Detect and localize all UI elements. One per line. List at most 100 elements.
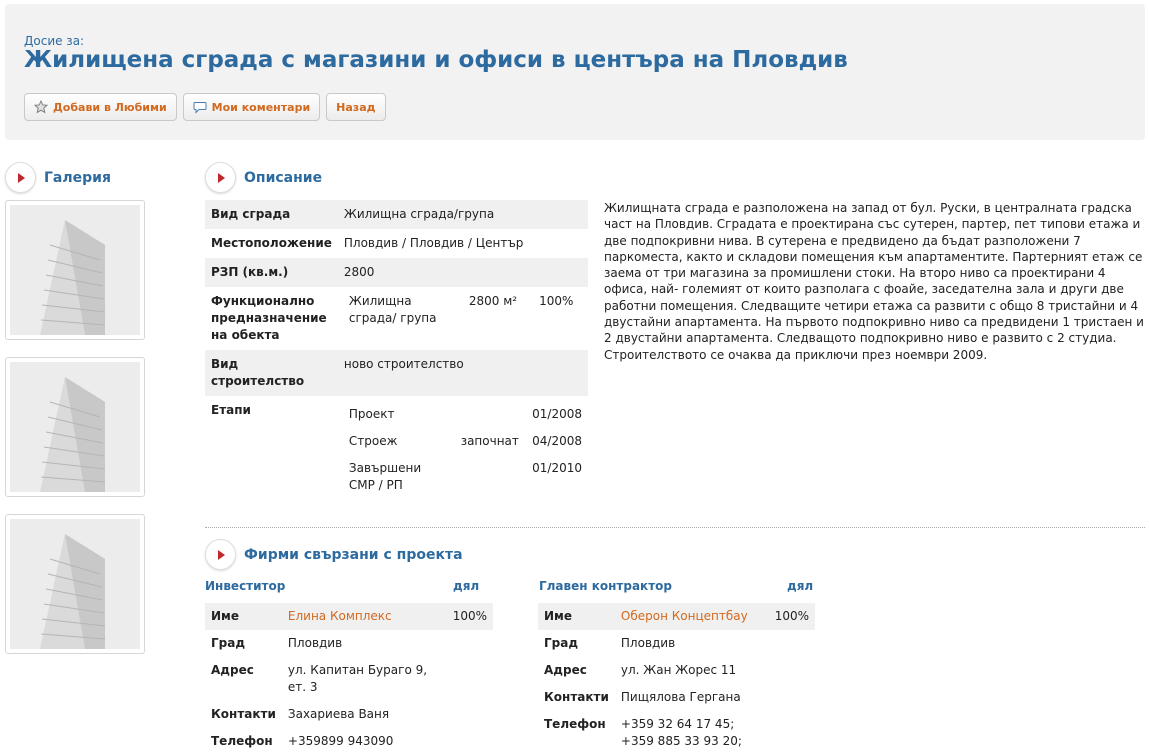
gallery-thumbnail[interactable] (5, 514, 145, 654)
area-label: РЗП (кв.м.) (205, 258, 338, 287)
table-row: Име Оберон Концептбау 100% (538, 603, 815, 630)
investor-address: ул. Капитан Бураго 9, ет. 3 (282, 657, 493, 701)
gallery-thumbnail[interactable] (5, 200, 145, 340)
stage-name: Проект (348, 407, 395, 421)
contractor-phone-cell: +359 32 64 17 45; +359 885 33 93 20; (615, 711, 815, 752)
contractor-name-cell: Оберон Концептбау (614, 603, 765, 630)
investor-city: Пловдив (287, 636, 343, 650)
building-type-value: Жилищна сграда/група (337, 200, 588, 229)
stage-date: 04/2008 (532, 434, 582, 448)
star-icon (34, 100, 48, 114)
section-bullet-icon (205, 162, 236, 193)
investor-share: 100% (432, 603, 493, 630)
stage-status: започнат (460, 434, 519, 448)
contractor-address: ул. Жан Жорес 11 (620, 663, 737, 677)
dossier-header: Досие за: Жилищена сграда с магазини и о… (5, 4, 1145, 140)
purpose-subtable: Жилищна сграда/ група 2800 м² 100% (344, 293, 582, 335)
building-placeholder-image (10, 362, 140, 492)
purpose-cell: Жилищна сграда/ група 2800 м² 100% (338, 287, 588, 350)
gallery-heading: Галерия (5, 162, 111, 193)
table-row: Вид строителство ново строителство (205, 350, 588, 396)
contractor-role: Главен контрактор (539, 579, 672, 593)
table-row: Телефон +359899 943090 (205, 728, 493, 752)
table-row: Телефон +359 32 64 17 45; +359 885 33 93… (538, 711, 815, 752)
page-title: Жилищена сграда с магазини и офиси в цен… (24, 47, 848, 73)
gallery-thumbnail[interactable] (5, 357, 145, 497)
firms-title: Фирми свързани с проекта (244, 546, 463, 563)
section-divider (205, 527, 1145, 528)
add-favorites-label: Добави в Любими (53, 100, 167, 114)
stage-date: 01/2010 (532, 461, 582, 475)
investor-table: Име Елина Комплекс 100% Град Пловдив Адр… (205, 603, 493, 752)
stage-status (449, 460, 519, 504)
firms-heading: Фирми свързани с проекта (205, 539, 463, 570)
phone-label: Телефон (211, 734, 273, 748)
construction-label: Вид строителство (205, 350, 338, 396)
section-bullet-icon (205, 539, 236, 570)
comment-icon (193, 101, 207, 114)
stage-date: 01/2008 (532, 407, 582, 421)
stage-name: Строеж (348, 434, 398, 448)
description-title: Описание (244, 169, 323, 186)
contractor-phone: +359 32 64 17 45; +359 885 33 93 20; (620, 717, 742, 748)
construction-value: ново строителство (337, 350, 588, 396)
purpose-label: Функционално предназначение на обекта (211, 294, 327, 342)
stage-row: Строеж започнат 04/2008 (344, 433, 582, 460)
stages-label: Етапи (211, 403, 251, 417)
building-placeholder-image (10, 519, 140, 649)
add-favorites-button[interactable]: Добави в Любими (24, 93, 177, 121)
location-value: Пловдив / Пловдив / Център (343, 236, 524, 250)
table-row: Град Пловдив (538, 630, 815, 657)
building-placeholder-image (10, 205, 140, 335)
purpose-area: 2800 м² (468, 294, 518, 308)
city-label: Град (544, 636, 579, 650)
name-label: Име (538, 603, 615, 630)
my-comments-label: Мои коментари (211, 100, 311, 114)
contractor-city: Пловдив (620, 636, 676, 650)
description-text: Жилищната сграда е разположена на запад … (604, 201, 1144, 362)
phone-label: Телефон (544, 717, 606, 731)
table-row: Адрес ул. Капитан Бураго 9, ет. 3 (205, 657, 493, 701)
stages-subtable: Проект 01/2008 Строеж започнат 04/2008 З… (344, 406, 582, 504)
table-row: Етапи Проект 01/2008 Строеж започнат 04/… (205, 396, 588, 510)
table-row: Име Елина Комплекс 100% (205, 603, 493, 630)
building-type-label: Вид сграда (205, 200, 338, 229)
address-label: Адрес (544, 663, 587, 677)
investor-role: Инвеститор (205, 579, 286, 593)
location-label: Местоположение (211, 236, 332, 250)
stage-status (449, 406, 519, 433)
contractor-contacts: Пищялова Гергана (620, 690, 741, 704)
address-label: Адрес (211, 663, 254, 677)
stage-name: Завършени СМР / РП (348, 461, 422, 492)
my-comments-button[interactable]: Мои коментари (182, 93, 321, 121)
stages-cell: Проект 01/2008 Строеж започнат 04/2008 З… (338, 396, 588, 510)
investor-phone: +359899 943090 (287, 734, 394, 748)
table-row: Контакти Захариева Ваня (205, 701, 493, 728)
stage-row: Завършени СМР / РП 01/2010 (344, 460, 582, 504)
stage-row: Проект 01/2008 (344, 406, 582, 433)
name-label: Име (205, 603, 282, 630)
contacts-label: Контакти (544, 690, 609, 704)
table-row: Град Пловдив (205, 630, 493, 657)
contractor-share: 100% (764, 603, 815, 630)
table-row: Местоположение Пловдив / Пловдив / Центъ… (205, 229, 588, 258)
gallery-title: Галерия (44, 169, 111, 186)
investor-contacts: Захариева Ваня (287, 707, 390, 721)
contractor-share-header: дял (787, 579, 814, 593)
area-value: 2800 (337, 258, 588, 287)
purpose-share: 100% (539, 294, 574, 308)
table-row: Функционално предназначение на обекта Жи… (205, 287, 588, 350)
investor-share-header: дял (453, 579, 480, 593)
contractor-name-link[interactable]: Оберон Концептбау (621, 609, 748, 623)
investor-name-link[interactable]: Елина Комплекс (288, 609, 392, 623)
back-label: Назад (336, 100, 376, 114)
city-label: Град (211, 636, 246, 650)
investor-address-text: ул. Капитан Бураго 9, ет. 3 (287, 663, 428, 694)
description-heading: Описание (205, 162, 322, 193)
dossier-label: Досие за: (24, 34, 85, 48)
description-table: Вид сграда Жилищна сграда/група Местопол… (205, 200, 588, 510)
back-button[interactable]: Назад (326, 93, 386, 121)
table-row: РЗП (кв.м.) 2800 (205, 258, 588, 287)
section-bullet-icon (5, 162, 36, 193)
action-buttons: Добави в Любими Мои коментари Назад (24, 93, 386, 121)
